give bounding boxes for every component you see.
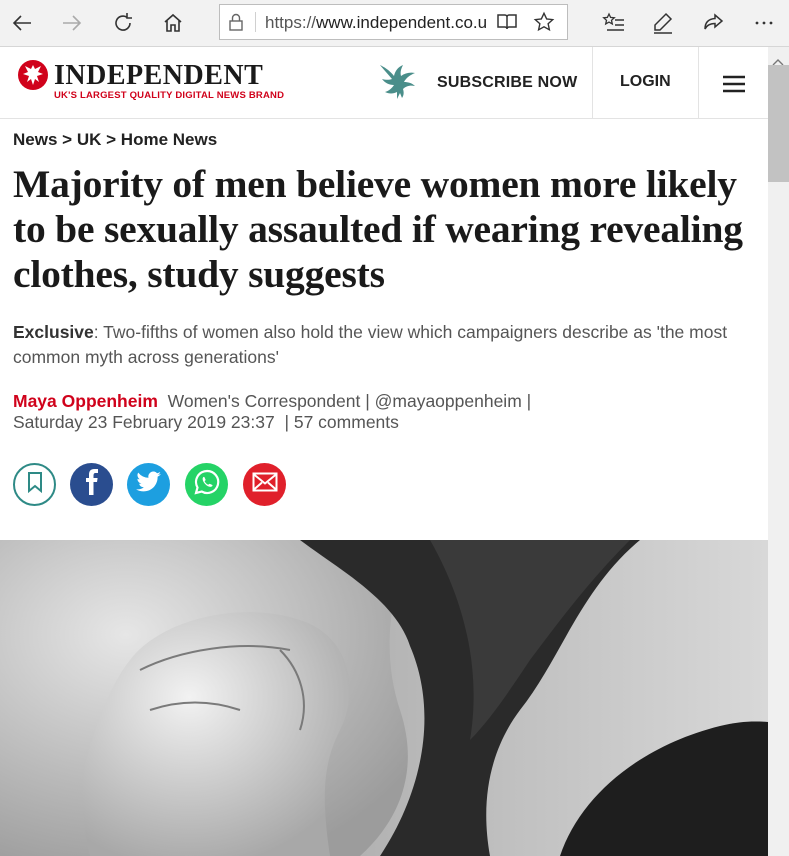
favorite-star-icon[interactable]: [533, 11, 555, 38]
header-divider: [592, 47, 593, 118]
hamburger-menu-icon[interactable]: [722, 75, 746, 98]
bookmark-icon: [26, 471, 44, 498]
author-handle[interactable]: @mayaoppenheim: [375, 391, 522, 411]
refresh-icon[interactable]: [108, 8, 138, 38]
back-icon[interactable]: [7, 8, 37, 38]
breadcrumb-home-news[interactable]: Home News: [121, 130, 217, 149]
eagle-icon: [378, 59, 422, 108]
site-header: INDEPENDENT UK'S LARGEST QUALITY DIGITAL…: [0, 47, 768, 119]
standfirst-lead: Exclusive: [13, 322, 94, 342]
subscribe-button[interactable]: SUBSCRIBE NOW: [378, 60, 577, 106]
reading-view-icon[interactable]: [496, 13, 518, 36]
twitter-share-button[interactable]: [127, 463, 170, 506]
browser-toolbar: https://www.independent.co.u: [0, 0, 789, 47]
article-hero-image: [0, 540, 768, 856]
subscribe-label: SUBSCRIBE NOW: [437, 74, 578, 91]
logo-tagline: UK'S LARGEST QUALITY DIGITAL NEWS BRAND: [54, 90, 285, 101]
whatsapp-share-button[interactable]: [185, 463, 228, 506]
eagle-logo-icon: [17, 59, 49, 96]
breadcrumb-uk[interactable]: UK: [77, 130, 102, 149]
email-icon: [252, 472, 278, 497]
logo-wordmark: INDEPENDENT: [54, 60, 264, 91]
favorites-list-icon[interactable]: [599, 8, 629, 38]
facebook-share-button[interactable]: [70, 463, 113, 506]
url-divider: [255, 12, 256, 32]
breadcrumb: News > UK > Home News: [13, 130, 217, 150]
header-divider: [698, 47, 699, 118]
email-share-button[interactable]: [243, 463, 286, 506]
comments-link[interactable]: 57 comments: [294, 412, 399, 432]
facebook-icon: [82, 469, 102, 500]
article-headline: Majority of men believe women more likel…: [13, 162, 743, 296]
scroll-thumb[interactable]: [768, 65, 789, 182]
whatsapp-icon: [193, 468, 221, 501]
share-icon[interactable]: [698, 8, 728, 38]
twitter-icon: [135, 471, 162, 498]
lock-icon: [228, 13, 244, 36]
forward-icon[interactable]: [57, 8, 87, 38]
standfirst-body: : Two-fifths of women also hold the view…: [13, 322, 728, 367]
publish-date: Saturday 23 February 2019 23:37: [13, 412, 275, 432]
breadcrumb-separator: >: [106, 130, 117, 149]
author-role: Women's Correspondent: [167, 391, 361, 411]
article-standfirst: Exclusive: Two-fifths of women also hold…: [13, 320, 753, 370]
breadcrumb-news[interactable]: News: [13, 130, 57, 149]
login-link[interactable]: LOGIN: [620, 73, 671, 91]
byline: Maya Oppenheim Women's Correspondent | @…: [13, 391, 532, 432]
home-icon[interactable]: [158, 8, 188, 38]
url-text[interactable]: https://www.independent.co.u: [265, 13, 490, 33]
pen-icon[interactable]: [648, 8, 678, 38]
more-icon[interactable]: [749, 8, 779, 38]
breadcrumb-separator: >: [62, 130, 73, 149]
address-bar[interactable]: https://www.independent.co.u: [219, 4, 568, 40]
author-name[interactable]: Maya Oppenheim: [13, 391, 158, 411]
bookmark-button[interactable]: [13, 463, 56, 506]
page-scrollbar[interactable]: [768, 47, 789, 856]
